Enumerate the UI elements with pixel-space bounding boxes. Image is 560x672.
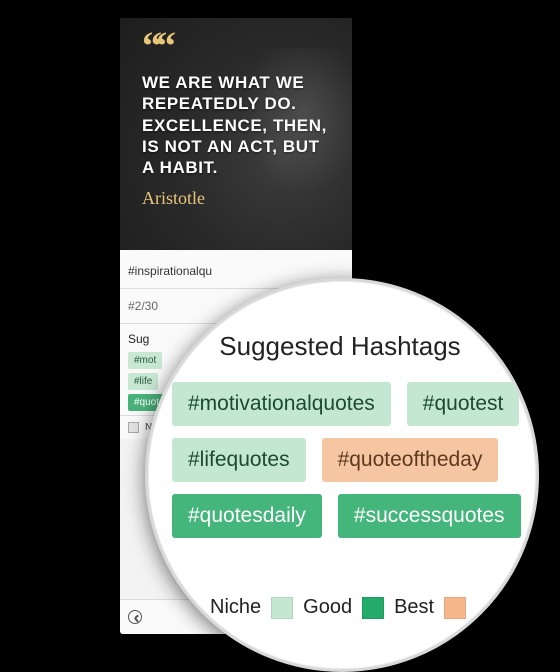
legend-label-best: Best	[394, 596, 434, 619]
quote-text: WE ARE WHAT WE REPEATEDLY DO. EXCELLENCE…	[142, 72, 330, 178]
quote-mark-icon: ““	[142, 34, 330, 58]
legend-swatch-best	[362, 597, 384, 619]
legend: Niche Good Best	[210, 596, 536, 619]
post-image-preview[interactable]: ““ WE ARE WHAT WE REPEATEDLY DO. EXCELLE…	[120, 18, 352, 250]
hashtag-pill[interactable]: #quotest	[407, 382, 520, 426]
hashtag-pill[interactable]: #life	[128, 373, 158, 390]
hashtag-pill[interactable]: #quotesdaily	[172, 494, 322, 538]
hashtag-row: #lifequotes #quoteoftheday	[172, 438, 508, 482]
legend-swatch-comp	[444, 597, 466, 619]
hashtag-pill[interactable]: #quoteoftheday	[322, 438, 499, 482]
schedule-icon[interactable]	[128, 610, 142, 624]
hashtag-row: #quotesdaily #successquotes	[172, 494, 508, 538]
legend-label-niche: Niche	[210, 596, 261, 619]
hashtag-pill[interactable]: #motivationalquotes	[172, 382, 391, 426]
hashtag-pill[interactable]: #lifequotes	[172, 438, 306, 482]
hashtag-pill[interactable]: #successquotes	[338, 494, 521, 538]
legend-swatch-good	[271, 597, 293, 619]
legend-label-good: Good	[303, 596, 352, 619]
hashtag-pill[interactable]: #mot	[128, 352, 162, 369]
magnifier-lens: Suggested Hashtags #motivationalquotes #…	[145, 278, 539, 672]
legend-swatch-niche	[128, 422, 139, 433]
hashtag-row: #motivationalquotes #quotest	[172, 382, 508, 426]
suggested-title: Suggested Hashtags	[172, 331, 508, 362]
suggested-hashtags: #motivationalquotes #quotest #lifequotes…	[172, 382, 508, 538]
quote-author: Aristotle	[142, 188, 330, 209]
